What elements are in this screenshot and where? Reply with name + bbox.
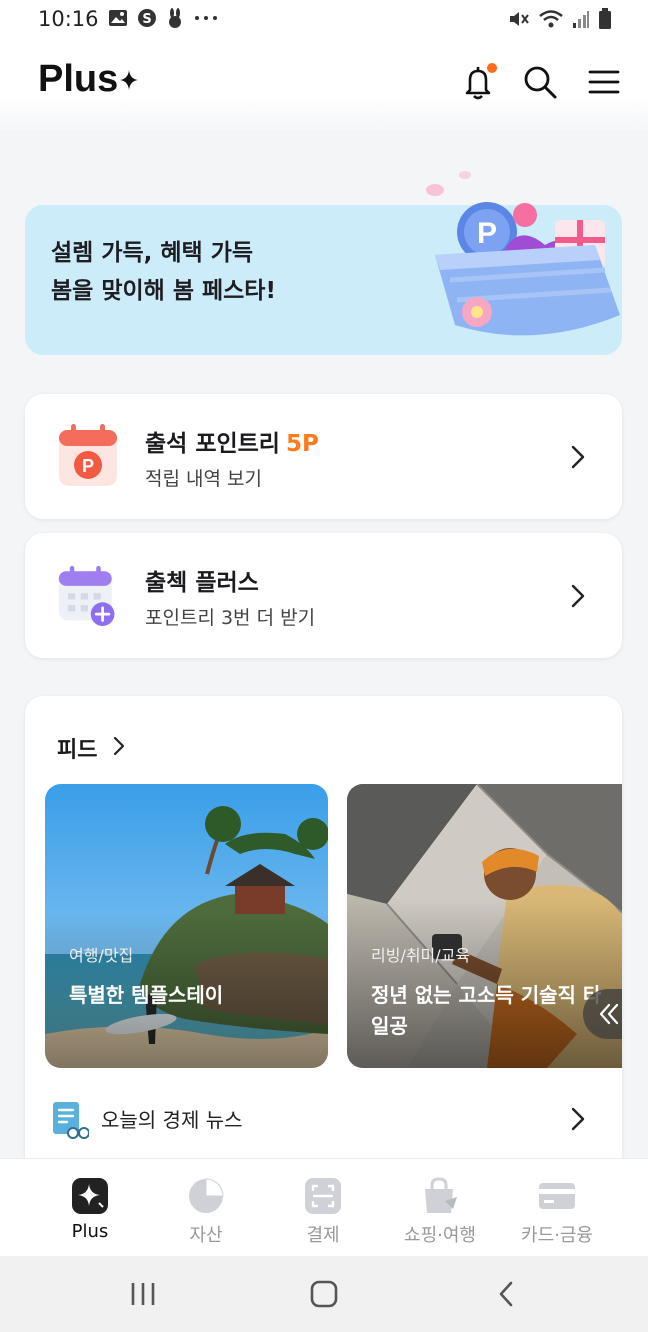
tab-label: Plus [71, 1221, 109, 1242]
notification-dot [487, 63, 497, 73]
status-time: 10:16 [38, 7, 99, 31]
scroll-left-button[interactable] [583, 989, 622, 1039]
tile-category: 리빙/취미/교육 [371, 946, 471, 965]
sparkle-icon [120, 70, 138, 90]
shopping-basket-illustration: P [426, 171, 620, 336]
wifi-icon [539, 10, 563, 28]
back-icon[interactable] [496, 1280, 516, 1308]
chevron-right-icon[interactable] [113, 736, 125, 756]
tab-label: 결제 [306, 1225, 340, 1246]
card-subtitle: 적립 내역 보기 [145, 468, 262, 490]
card-title: 출석 포인트리 5P [145, 431, 319, 457]
attendance-point-card[interactable]: P 출석 포인트리 5P 적립 내역 보기 [25, 394, 622, 519]
scan-icon [305, 1178, 341, 1214]
tab-label: 카드·금융 [521, 1225, 593, 1246]
calendar-plus-icon [58, 565, 115, 626]
tile-title: 정년 없는 고소득 기술직 타일공 [371, 983, 602, 1038]
svg-text:P: P [477, 217, 497, 250]
temple-stay-photo [45, 784, 328, 1068]
app-header: Plus [0, 40, 648, 130]
gallery-icon [109, 10, 127, 26]
chevron-right-icon [571, 1107, 585, 1131]
tab-payment[interactable]: 결제 [263, 1159, 383, 1257]
mute-icon [510, 12, 529, 26]
feed-tile[interactable]: 리빙/취미/교육 정년 없는 고소득 기술직 타일공 [347, 784, 622, 1068]
feed-title[interactable]: 피드 [57, 732, 97, 764]
tab-plus[interactable]: Plus [30, 1159, 150, 1257]
svg-text:P: P [82, 456, 94, 476]
card-title: 출첵 플러스 [145, 570, 259, 596]
signal-icon [573, 11, 589, 28]
point-calendar-icon: P [59, 424, 117, 486]
search-icon[interactable] [520, 62, 560, 102]
point-amount: 5P [285, 431, 319, 457]
home-icon[interactable] [310, 1280, 338, 1308]
shopping-bag-icon [425, 1177, 457, 1213]
feed-tile[interactable]: 여행/맛집 특별한 템플스테이 [45, 784, 328, 1068]
double-chevron-left-icon [599, 1003, 619, 1025]
promo-banner[interactable]: 설렘 가득, 혜택 가득 봄을 맞이해 봄 페스타! P [25, 171, 622, 355]
system-navigation-bar [0, 1256, 648, 1332]
tile-title: 특별한 템플스테이 [69, 983, 224, 1007]
app-logo: Plus [38, 58, 119, 100]
battery-icon [599, 8, 611, 29]
tab-shopping-travel[interactable]: 쇼핑·여행 [380, 1159, 500, 1257]
news-label: 오늘의 경제 뉴스 [101, 1108, 243, 1132]
tab-label: 자산 [189, 1225, 223, 1246]
status-bar: 10:16 S [0, 0, 648, 40]
bottom-tab-bar: Plus 자산 결제 쇼핑·여행 카드·금융 [0, 1158, 648, 1257]
banner-title-line1: 설렘 가득, 혜택 가득 [51, 240, 254, 266]
credit-card-icon [539, 1183, 575, 1209]
more-dots-icon [195, 16, 217, 20]
chevron-right-icon [571, 584, 585, 608]
tile-category: 여행/맛집 [69, 946, 134, 965]
news-icon [53, 1102, 89, 1139]
tab-card-finance[interactable]: 카드·금융 [497, 1159, 617, 1257]
chevron-right-icon [571, 445, 585, 469]
banner-title-line2: 봄을 맞이해 봄 페스타! [51, 278, 276, 304]
recent-apps-icon[interactable] [130, 1280, 156, 1308]
svg-text:S: S [142, 12, 151, 27]
pie-chart-icon [189, 1178, 224, 1213]
tab-label: 쇼핑·여행 [404, 1225, 476, 1246]
plus-sparkle-icon [72, 1178, 108, 1214]
rabbit-icon [169, 8, 181, 28]
attendance-plus-card[interactable]: 출첵 플러스 포인트리 3번 더 받기 [25, 533, 622, 658]
s-app-icon: S [138, 9, 156, 27]
menu-icon[interactable] [584, 62, 624, 102]
card-subtitle: 포인트리 3번 더 받기 [145, 607, 316, 629]
economy-news-row[interactable]: 오늘의 경제 뉴스 [25, 1098, 622, 1158]
tab-assets[interactable]: 자산 [146, 1159, 266, 1257]
